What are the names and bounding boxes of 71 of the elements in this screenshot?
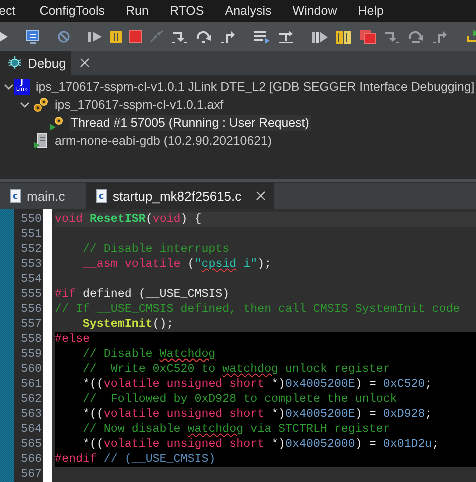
code-line: // Now disable watchdog via STCTRLH register (82, 423, 390, 436)
menu-item[interactable]: RTOS (170, 4, 214, 18)
line-number: 562 (20, 392, 42, 407)
skip-icon[interactable] (57, 30, 71, 44)
line-number: 555 (20, 287, 42, 302)
tree-item[interactable]: arm-none-eabi-gdb (10.2.90.20210621) (53, 133, 274, 150)
step-return-icon[interactable] (219, 30, 237, 44)
step-into-all-icon[interactable] (383, 30, 401, 44)
line-number: 553 (20, 257, 42, 272)
c-file-icon: c (96, 189, 107, 203)
resume-icon[interactable] (87, 30, 103, 44)
instruction-step-icon[interactable] (277, 30, 295, 44)
restart-icon[interactable] (465, 28, 476, 45)
code-line: void ResetISR(void) { (55, 213, 202, 226)
line-number: 559 (20, 347, 42, 362)
tree-item[interactable]: ips_170617-sspm-cl-v1.0.1.axf (53, 97, 226, 114)
suspend-all-icon[interactable] (335, 28, 353, 45)
code-line: // If __USE_CMSIS defined, then call CMSIS SystemInit code (55, 303, 460, 316)
line-number: 564 (20, 422, 42, 437)
code-line: #else (55, 333, 90, 346)
line-number: 557 (20, 317, 42, 332)
step-over-all-icon[interactable] (407, 30, 425, 44)
play-icon[interactable] (0, 30, 8, 44)
code-line: // Write 0xC520 to watchdog unlock register (82, 363, 390, 376)
code-line: __asm volatile ("cpsid i"); (82, 258, 272, 271)
code-line: #endif // (__USE_CMSIS) (55, 453, 216, 466)
code-line: // Disable Watchdog (82, 348, 216, 361)
code-line: SystemInit(); (82, 318, 174, 331)
step-return-all-icon[interactable] (431, 30, 449, 44)
tree-item[interactable]: Thread #1 57005 (Running : User Request) (69, 115, 312, 132)
server-icon (33, 133, 49, 150)
window-icon[interactable] (25, 28, 41, 45)
line-number: 550 (20, 212, 42, 227)
gears-icon (33, 97, 49, 114)
code-line: *((volatile unsigned short *)0x4005200E) = 0xC520; (82, 378, 432, 391)
file-tab[interactable]: c startup_mk82f25615.c (86, 183, 274, 209)
menu-item[interactable]: ConfigTools (40, 4, 116, 18)
code-line: // Followed by 0xD928 to complete the unlock (82, 393, 398, 406)
code-line: #if defined (__USE_CMSIS) (55, 288, 230, 301)
step-into-icon[interactable] (171, 30, 189, 44)
list-arrow-icon[interactable] (253, 28, 271, 45)
chevron-down-icon[interactable] (4, 82, 14, 92)
close-icon[interactable] (256, 191, 266, 201)
line-number: 552 (20, 242, 42, 257)
tree-item[interactable]: ips_170617-sspm-cl-v1.0.1 JLink DTE_L2 [GDB SEGGER Interface Debugging] (34, 79, 476, 96)
code-line: *((volatile unsigned short *)0x4005200E) = 0xD928; (82, 408, 432, 421)
line-number: 567 (20, 467, 42, 482)
line-number: 558 (20, 332, 42, 347)
terminate-all-icon[interactable] (359, 28, 377, 45)
step-over-icon[interactable] (195, 30, 213, 44)
line-number: 563 (20, 407, 42, 422)
menu-item[interactable]: Help (358, 4, 394, 18)
line-number: 554 (20, 272, 42, 287)
chevron-down-icon[interactable] (20, 100, 30, 110)
running-thread-icon (49, 115, 65, 132)
line-number: 566 (20, 452, 42, 467)
line-number: 560 (20, 362, 42, 377)
stop-icon[interactable] (129, 30, 143, 44)
c-file-icon: c (10, 189, 21, 203)
menu-item[interactable]: Run (126, 4, 159, 18)
pause-icon[interactable] (109, 30, 123, 44)
menu-item[interactable]: Window (292, 4, 348, 18)
close-icon[interactable] (80, 58, 90, 68)
line-number: 556 (20, 302, 42, 317)
line-number: 551 (20, 227, 42, 242)
line-number: 561 (20, 377, 42, 392)
code-line: // Disable interrupts (82, 243, 230, 256)
code-line: *((volatile unsigned short *)0x40052000) = 0x01D2u; (82, 438, 440, 451)
line-number: 565 (20, 437, 42, 452)
bug-icon (8, 56, 22, 70)
menu-item[interactable]: Analysis (225, 4, 282, 18)
